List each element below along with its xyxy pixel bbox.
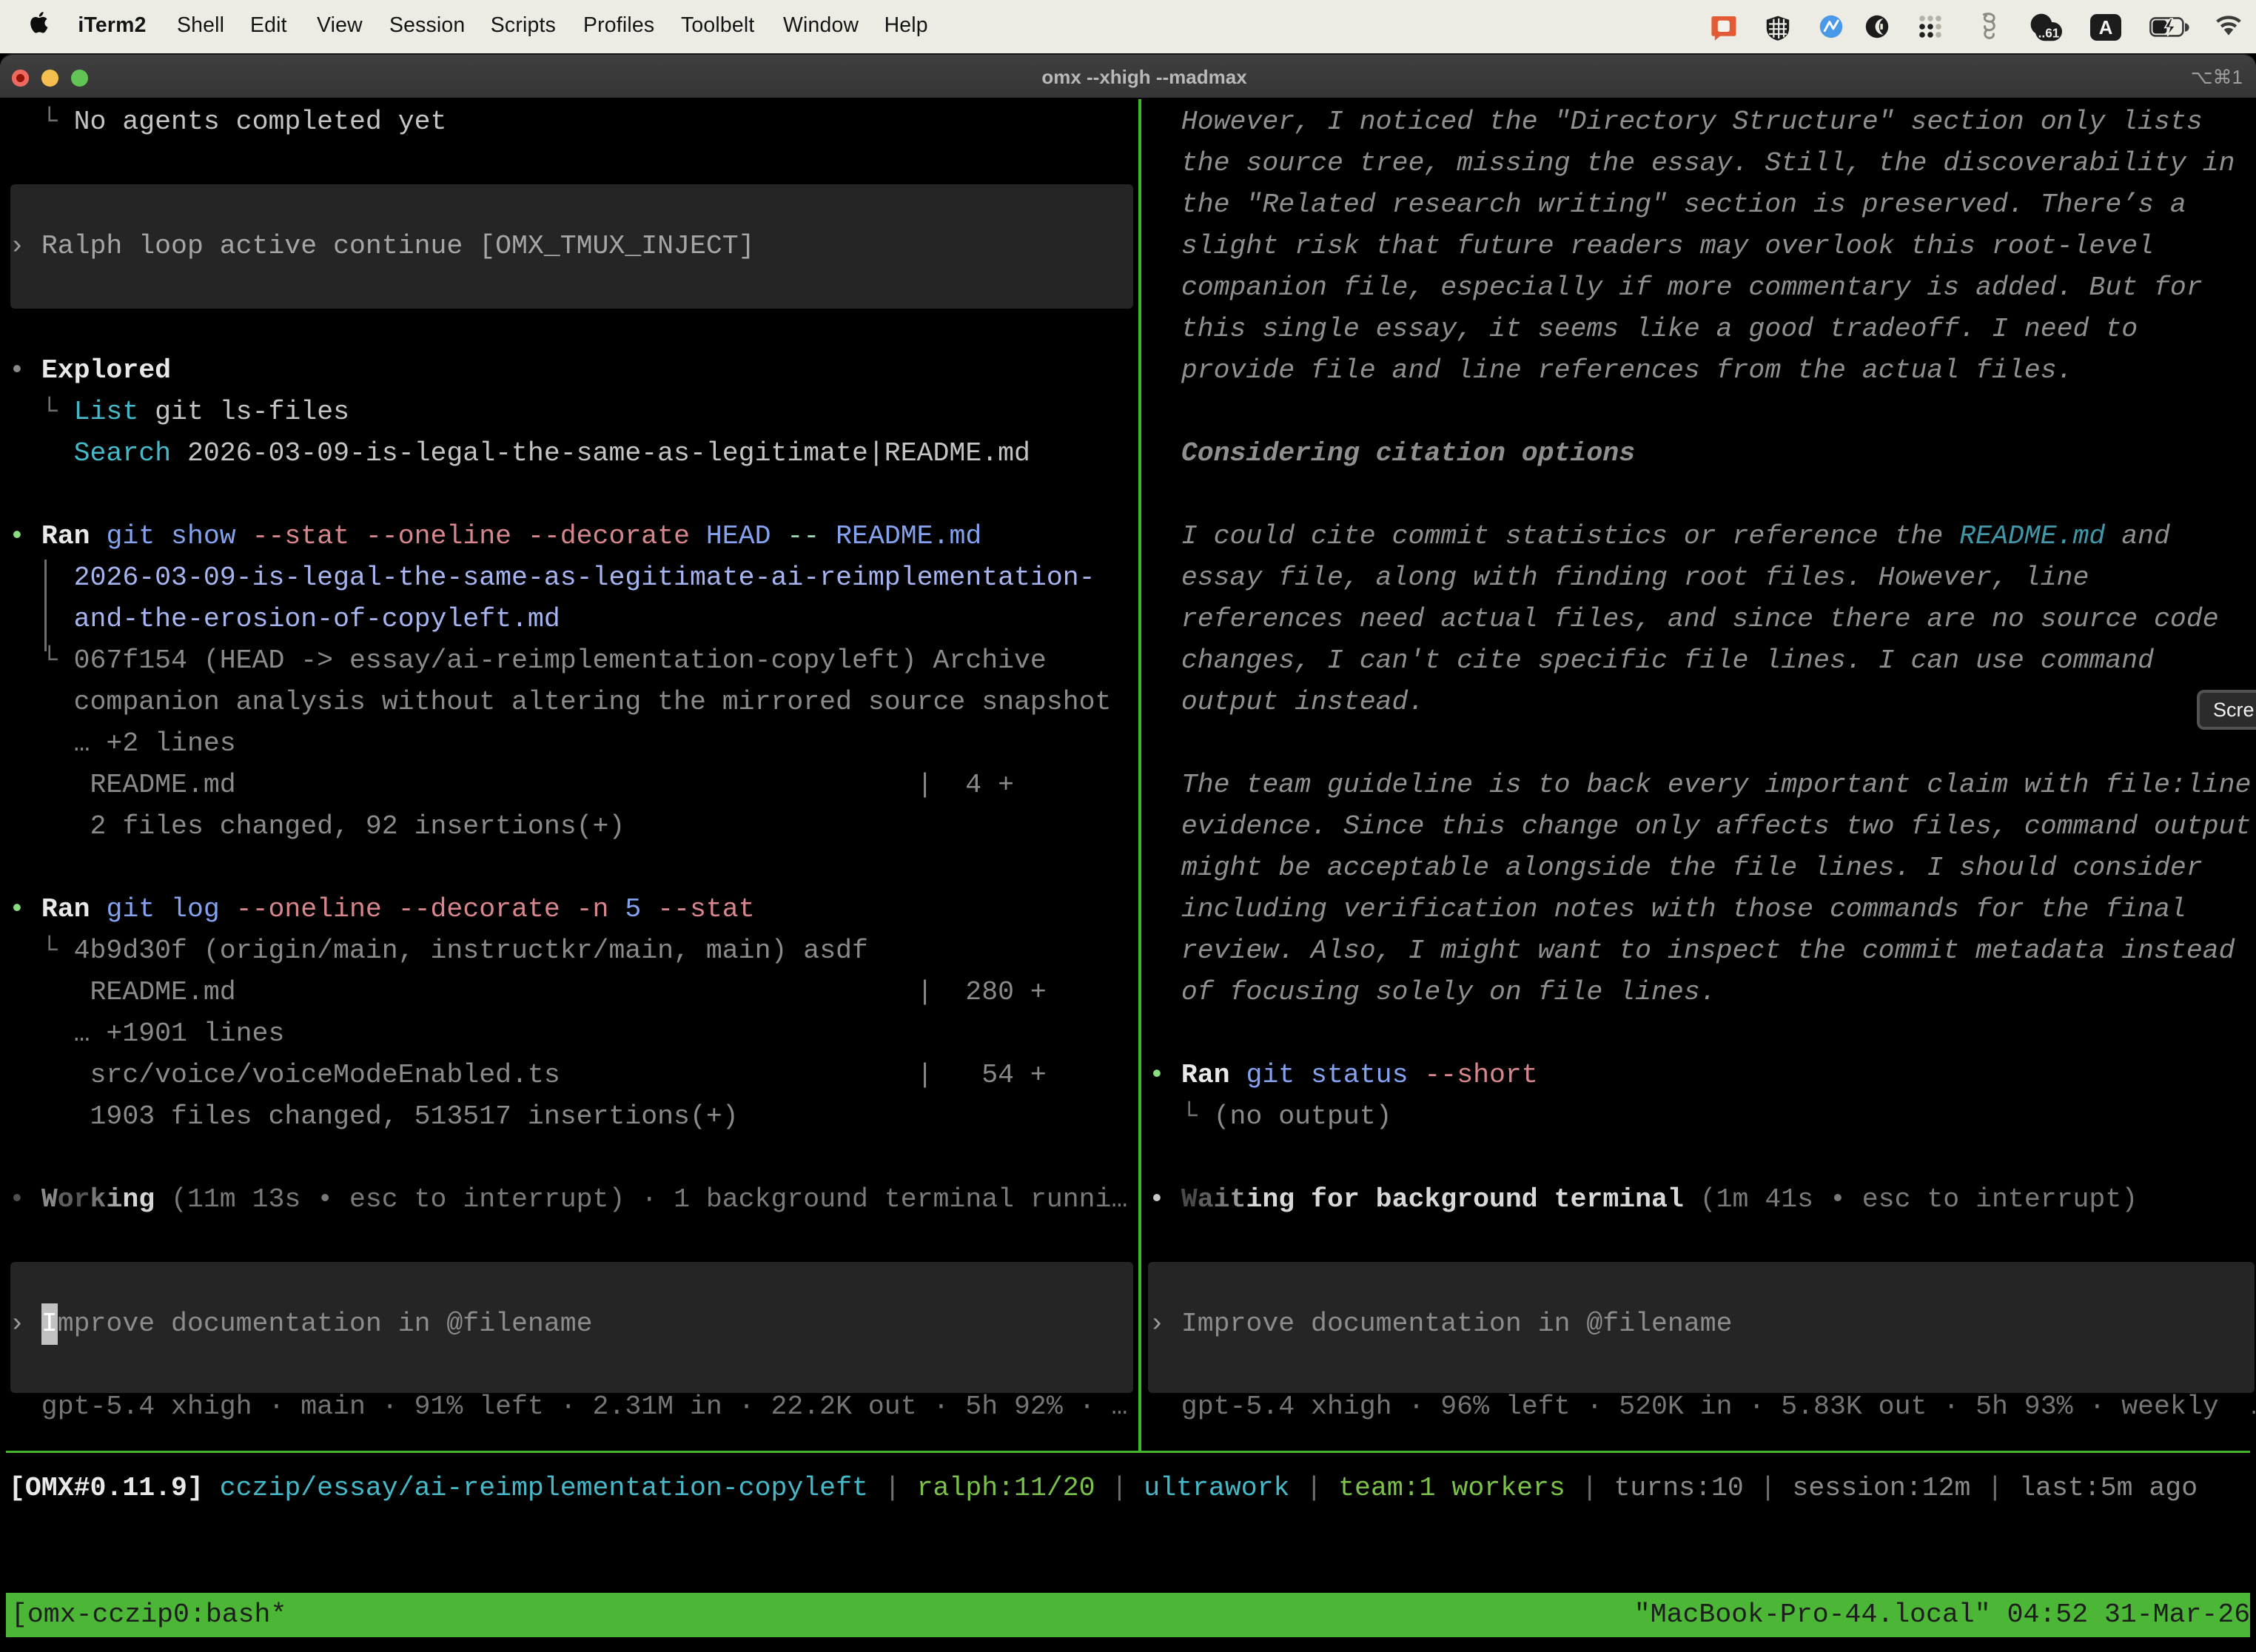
svg-text:..61: ..61 — [2038, 25, 2060, 40]
